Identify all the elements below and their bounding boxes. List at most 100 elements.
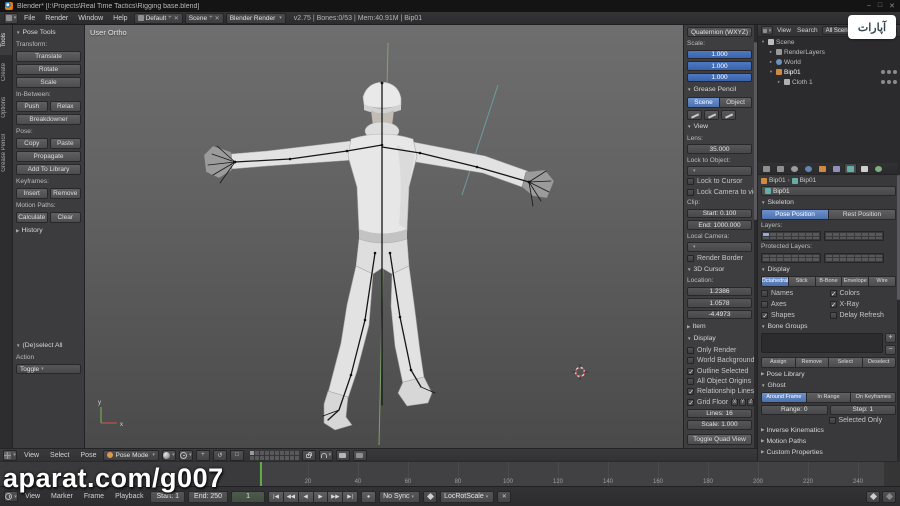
- layer-dot[interactable]: [798, 258, 805, 261]
- redo-action-select[interactable]: Toggle: [16, 364, 81, 374]
- tab-options[interactable]: Options: [0, 89, 12, 126]
- layer-dot[interactable]: [833, 258, 840, 261]
- grease-draw-icon[interactable]: [687, 109, 702, 120]
- pose-library-panel-header[interactable]: Pose Library: [761, 370, 896, 379]
- viewport-layer-dot[interactable]: [294, 450, 299, 455]
- selectable-icon[interactable]: [887, 80, 891, 84]
- tab-world-icon[interactable]: [802, 163, 815, 174]
- cursor-panel-header[interactable]: 3D Cursor: [687, 264, 752, 274]
- layer-dot[interactable]: [770, 233, 777, 236]
- layer-dot[interactable]: [826, 233, 833, 236]
- layer-dot[interactable]: [840, 236, 847, 240]
- layer-dot[interactable]: [847, 254, 854, 258]
- layer-dot[interactable]: [777, 233, 784, 236]
- skeleton-panel-header[interactable]: Skeleton: [761, 198, 896, 207]
- grease-scene-button[interactable]: Scene: [687, 96, 720, 108]
- insert-keyframe-icon[interactable]: [866, 490, 880, 503]
- jump-to-end-icon[interactable]: ▶|: [343, 490, 359, 503]
- menu-help[interactable]: Help: [109, 15, 131, 22]
- cursor-x-field[interactable]: 1.2386: [687, 286, 752, 297]
- play-reverse-icon[interactable]: ◀: [298, 490, 314, 503]
- viewport-layer-dot[interactable]: [254, 450, 259, 455]
- layer-dot[interactable]: [798, 254, 805, 258]
- layer-dot[interactable]: [854, 258, 861, 261]
- ghost-on-keyframes-button[interactable]: On Keyframes: [851, 391, 897, 403]
- cursor-y-field[interactable]: 1.0578: [687, 298, 752, 308]
- layer-dot[interactable]: [854, 233, 861, 236]
- viewport-layer-dot[interactable]: [279, 450, 284, 455]
- minimize-icon[interactable]: [867, 2, 871, 10]
- clip-end-field[interactable]: End: 1000.000: [687, 220, 752, 230]
- layer-dot[interactable]: [763, 233, 770, 236]
- layer-dot[interactable]: [770, 254, 777, 258]
- layout-close-icon[interactable]: ✕: [174, 15, 179, 22]
- layer-dot[interactable]: [777, 254, 784, 258]
- tab-render-icon[interactable]: [760, 163, 773, 174]
- viewport-layer-dot[interactable]: [284, 455, 289, 460]
- selected-only-checkbox[interactable]: Selected Only: [828, 416, 897, 424]
- grease-pencil-panel-header[interactable]: Grease Pencil: [687, 84, 752, 94]
- viewport-shading-icon[interactable]: [161, 449, 176, 461]
- display-wire-button[interactable]: Wire: [869, 275, 896, 287]
- toggle-quad-view-button[interactable]: Toggle Quad View: [687, 433, 752, 445]
- scale-x-field[interactable]: 1.000: [687, 49, 752, 60]
- viewport-layer-dot[interactable]: [269, 455, 274, 460]
- layer-dot[interactable]: [854, 236, 861, 240]
- display-stick-button[interactable]: Stick: [788, 275, 816, 287]
- grease-line-icon[interactable]: [704, 109, 719, 120]
- custom-properties-panel-header[interactable]: Custom Properties: [761, 448, 896, 457]
- viewport-menu-select[interactable]: Select: [46, 452, 73, 459]
- viewport-layer-dot[interactable]: [274, 450, 279, 455]
- viewport-layer-dot[interactable]: [294, 455, 299, 460]
- menu-file[interactable]: File: [20, 15, 39, 22]
- manipulator-scale-icon[interactable]: □: [229, 449, 244, 461]
- layer-dot[interactable]: [812, 233, 819, 236]
- grease-object-button[interactable]: Object: [720, 96, 752, 108]
- grid-lines-field[interactable]: Lines: 16: [687, 408, 752, 419]
- axes-checkbox[interactable]: Axes: [761, 300, 828, 309]
- rotation-mode-select[interactable]: Quaternion (WXYZ): [687, 27, 752, 38]
- manipulator-translate-icon[interactable]: +: [195, 449, 210, 461]
- outliner-row-renderlayers[interactable]: ▸ RenderLayers: [758, 47, 900, 57]
- copy-pose-button[interactable]: Copy: [16, 138, 48, 149]
- layer-dot[interactable]: [777, 236, 784, 240]
- all-object-origins-checkbox[interactable]: All Object Origins: [687, 377, 752, 385]
- scene-close-icon[interactable]: ✕: [215, 15, 220, 22]
- rotate-button[interactable]: Rotate: [16, 64, 81, 75]
- layer-dot[interactable]: [812, 254, 819, 258]
- motion-paths-panel-header[interactable]: Motion Paths: [761, 437, 896, 446]
- viewport-layer-dot[interactable]: [254, 455, 259, 460]
- outliner-row-bip01[interactable]: ▾ Bip01: [758, 67, 900, 77]
- layer-dot[interactable]: [805, 258, 812, 261]
- layer-dot[interactable]: [861, 254, 868, 258]
- renderable-icon[interactable]: [893, 70, 897, 74]
- outliner-row-world[interactable]: ▸ World: [758, 57, 900, 67]
- add-to-library-button[interactable]: Add To Library: [16, 164, 81, 175]
- screen-layout-selector[interactable]: Default + ✕: [133, 12, 183, 24]
- grid-floor-checkbox[interactable]: Grid Floor X Y Z: [687, 398, 755, 407]
- protected-layers-grid-2[interactable]: [824, 252, 884, 263]
- opengl-render-icon[interactable]: [335, 449, 350, 461]
- viewport-layer-dot[interactable]: [279, 455, 284, 460]
- layer-dot[interactable]: [861, 233, 868, 236]
- layer-dot[interactable]: [784, 233, 791, 236]
- tab-grease-pencil[interactable]: Grease Pencil: [0, 126, 12, 180]
- scale-y-field[interactable]: 1.000: [687, 61, 752, 71]
- timeline-menu-view[interactable]: View: [21, 493, 44, 500]
- grid-scale-field[interactable]: Scale: 1.000: [687, 420, 752, 430]
- layer-dot[interactable]: [791, 254, 798, 258]
- layer-dot[interactable]: [833, 233, 840, 236]
- outliner-menu-view[interactable]: View: [775, 27, 793, 34]
- delay-refresh-checkbox[interactable]: Delay Refresh: [829, 311, 897, 320]
- delete-keyframe-icon[interactable]: [882, 490, 896, 503]
- axis-y-toggle[interactable]: Y: [739, 398, 747, 406]
- shapes-checkbox[interactable]: Shapes: [761, 311, 828, 320]
- selectable-icon[interactable]: [887, 70, 891, 74]
- tab-armature-data-icon[interactable]: [844, 163, 857, 174]
- cursor-z-field[interactable]: -4.4973: [687, 309, 752, 320]
- propagate-button[interactable]: Propagate: [16, 151, 81, 162]
- layer-dot[interactable]: [805, 254, 812, 258]
- layer-dot[interactable]: [763, 254, 770, 258]
- menu-window[interactable]: Window: [74, 15, 107, 22]
- keyframe-icon[interactable]: [423, 490, 438, 503]
